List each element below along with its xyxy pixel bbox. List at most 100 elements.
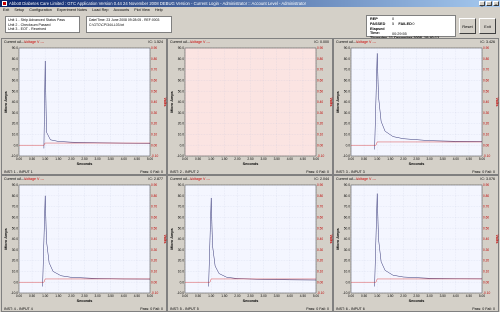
y-axis-label: Micro Amps [336, 91, 340, 113]
y-tick-label: 50.0 [12, 226, 18, 230]
plot-chart: 0.00 0.50 1.00 1.50 2.00 2.50 3.00 3.50 4.00 4.50… [170, 183, 333, 303]
y2-tick-label: 0.00 [483, 280, 489, 284]
x-tick-label: 2.50 [81, 157, 87, 161]
y-tick-label: -10.0 [343, 291, 350, 295]
y2-tick-label: 0.90 [483, 46, 489, 50]
y2-tick-label: 0.00 [483, 143, 489, 147]
reset-button[interactable]: Reset [459, 18, 476, 34]
y2-tick-label: 0.80 [483, 194, 489, 198]
y2-tick-label: 0.00 [317, 143, 323, 147]
y-tick-label: 20.0 [12, 259, 18, 263]
y2-tick-label: 0.70 [317, 205, 323, 209]
x-tick-label: 3.50 [440, 157, 446, 161]
y2-tick-label: 0.30 [151, 111, 157, 115]
y2-tick-label: 0.90 [483, 183, 489, 187]
y-tick-label: 90.0 [12, 183, 18, 187]
plot-chart: 0.00 0.50 1.00 1.50 2.00 2.50 3.00 3.50 4.00 4.50… [336, 46, 499, 166]
x-axis-label: Seconds [409, 299, 425, 303]
x-tick-label: 3.00 [426, 294, 432, 298]
y2-tick-label: 0.20 [151, 122, 157, 126]
y2-tick-label: 0.40 [151, 100, 157, 104]
x-tick-label: 0.50 [361, 157, 367, 161]
y2-tick-label: 0.70 [151, 205, 157, 209]
y-tick-label: 80.0 [344, 194, 350, 198]
plot-chart: 0.00 0.50 1.00 1.50 2.00 2.50 3.00 3.50 4.00 4.50… [4, 183, 167, 303]
x-tick-label: 1.50 [387, 157, 393, 161]
x-tick-label: 2.00 [400, 157, 406, 161]
y-tick-label: 90.0 [344, 46, 350, 50]
y2-tick-label: 0.50 [483, 89, 489, 93]
plot-panel[interactable]: Current uA --- Voltage V --- IC: 2.044 INST… [167, 175, 333, 312]
minimize-button[interactable]: _ [479, 1, 485, 7]
y-tick-label: 20.0 [12, 122, 18, 126]
x-tick-label: 3.00 [426, 157, 432, 161]
x-tick-label: 0.50 [29, 294, 35, 298]
x-tick-label: 4.00 [121, 294, 127, 298]
y2-tick-label: 0.60 [483, 79, 489, 83]
y-axis-label: Micro Amps [170, 91, 174, 113]
y2-tick-label: 0.70 [151, 68, 157, 72]
y-tick-label: 0.0 [14, 143, 19, 147]
x-tick-label: 3.00 [94, 157, 100, 161]
plot-panel[interactable]: Current uA --- Voltage V --- IC: 3.426 INST… [333, 38, 499, 175]
close-button[interactable]: × [493, 1, 499, 7]
y-tick-label: 50.0 [344, 226, 350, 230]
window-title: Abbott Diabetes Care Limited : GTC Appli… [9, 1, 306, 6]
x-tick-label: 2.50 [247, 294, 253, 298]
y2-tick-label: 0.10 [317, 270, 323, 274]
header-panel: Unit 1 - Strip Advanced Status Pass Unit… [0, 13, 500, 40]
instrument-label: INST: 4 - INPUT 4 [4, 307, 33, 311]
x-axis-label: Seconds [409, 162, 425, 166]
y2-tick-label: 0.90 [151, 46, 157, 50]
y2-tick-label: 0.50 [151, 89, 157, 93]
panel-footer: INST: 5 - INPUT 5 Pass: 0 Fail: 0 [168, 306, 332, 312]
y2-tick-label: 0.60 [317, 216, 323, 220]
y2-tick-label: 0.50 [317, 89, 323, 93]
x-tick-label: 3.50 [108, 157, 114, 161]
x-tick-label: 4.00 [287, 294, 293, 298]
x-tick-label: 3.00 [260, 294, 266, 298]
plot-panel[interactable]: Current uA --- Voltage V --- IC: 3.076 INST… [333, 175, 499, 312]
y2-tick-label: 0.10 [483, 270, 489, 274]
x-tick-label: 1.50 [387, 294, 393, 298]
x-tick-label: 4.00 [121, 157, 127, 161]
x-tick-label: 4.00 [453, 294, 459, 298]
instrument-label: INST: 6 - INPUT 6 [336, 307, 365, 311]
y2-tick-label: 0.10 [483, 133, 489, 137]
x-tick-label: 1.00 [374, 157, 380, 161]
x-tick-label: 3.00 [260, 157, 266, 161]
y2-tick-label: 0.90 [317, 46, 323, 50]
x-tick-label: 4.50 [300, 294, 306, 298]
y2-tick-label: 0.70 [483, 205, 489, 209]
plot-panel[interactable]: Current uA --- Voltage V --- IC: 2.877 INST… [1, 175, 167, 312]
y2-tick-label: 0.30 [483, 111, 489, 115]
window-controls: _ □ × [479, 1, 499, 7]
exit-button[interactable]: Exit [479, 18, 496, 34]
plot-panel[interactable]: Current uA --- Voltage V --- IC: 1.524 INST… [1, 38, 167, 175]
x-tick-label: 1.00 [374, 294, 380, 298]
y2-tick-label: -0.10 [317, 291, 324, 295]
y2-tick-label: 0.60 [151, 79, 157, 83]
y-tick-label: 70.0 [178, 205, 184, 209]
y2-tick-label: -0.10 [483, 154, 490, 158]
x-tick-label: 1.50 [221, 157, 227, 161]
plot-panel[interactable]: Current uA --- Voltage V --- IC: 0.000 INST… [167, 38, 333, 175]
y2-tick-label: 0.50 [151, 226, 157, 230]
y-axis-label: Micro Amps [4, 228, 8, 250]
x-tick-label: 4.50 [466, 157, 472, 161]
y-tick-label: 70.0 [12, 205, 18, 209]
maximize-button[interactable]: □ [486, 1, 492, 7]
y-tick-label: 0.0 [346, 280, 351, 284]
y-tick-label: 70.0 [344, 68, 350, 72]
y-tick-label: 20.0 [178, 259, 184, 263]
x-tick-label: 2.00 [234, 157, 240, 161]
y-tick-label: 60.0 [344, 79, 350, 83]
y-tick-label: 90.0 [344, 183, 350, 187]
x-tick-label: 4.50 [300, 157, 306, 161]
y-axis-label: Micro Amps [4, 91, 8, 113]
y-tick-label: 60.0 [344, 216, 350, 220]
y2-tick-label: 0.40 [317, 100, 323, 104]
y-tick-label: 0.0 [346, 143, 351, 147]
y-tick-label: 80.0 [12, 57, 18, 61]
plot-chart: 0.00 0.50 1.00 1.50 2.00 2.50 3.00 3.50 4.00 4.50… [170, 46, 333, 166]
